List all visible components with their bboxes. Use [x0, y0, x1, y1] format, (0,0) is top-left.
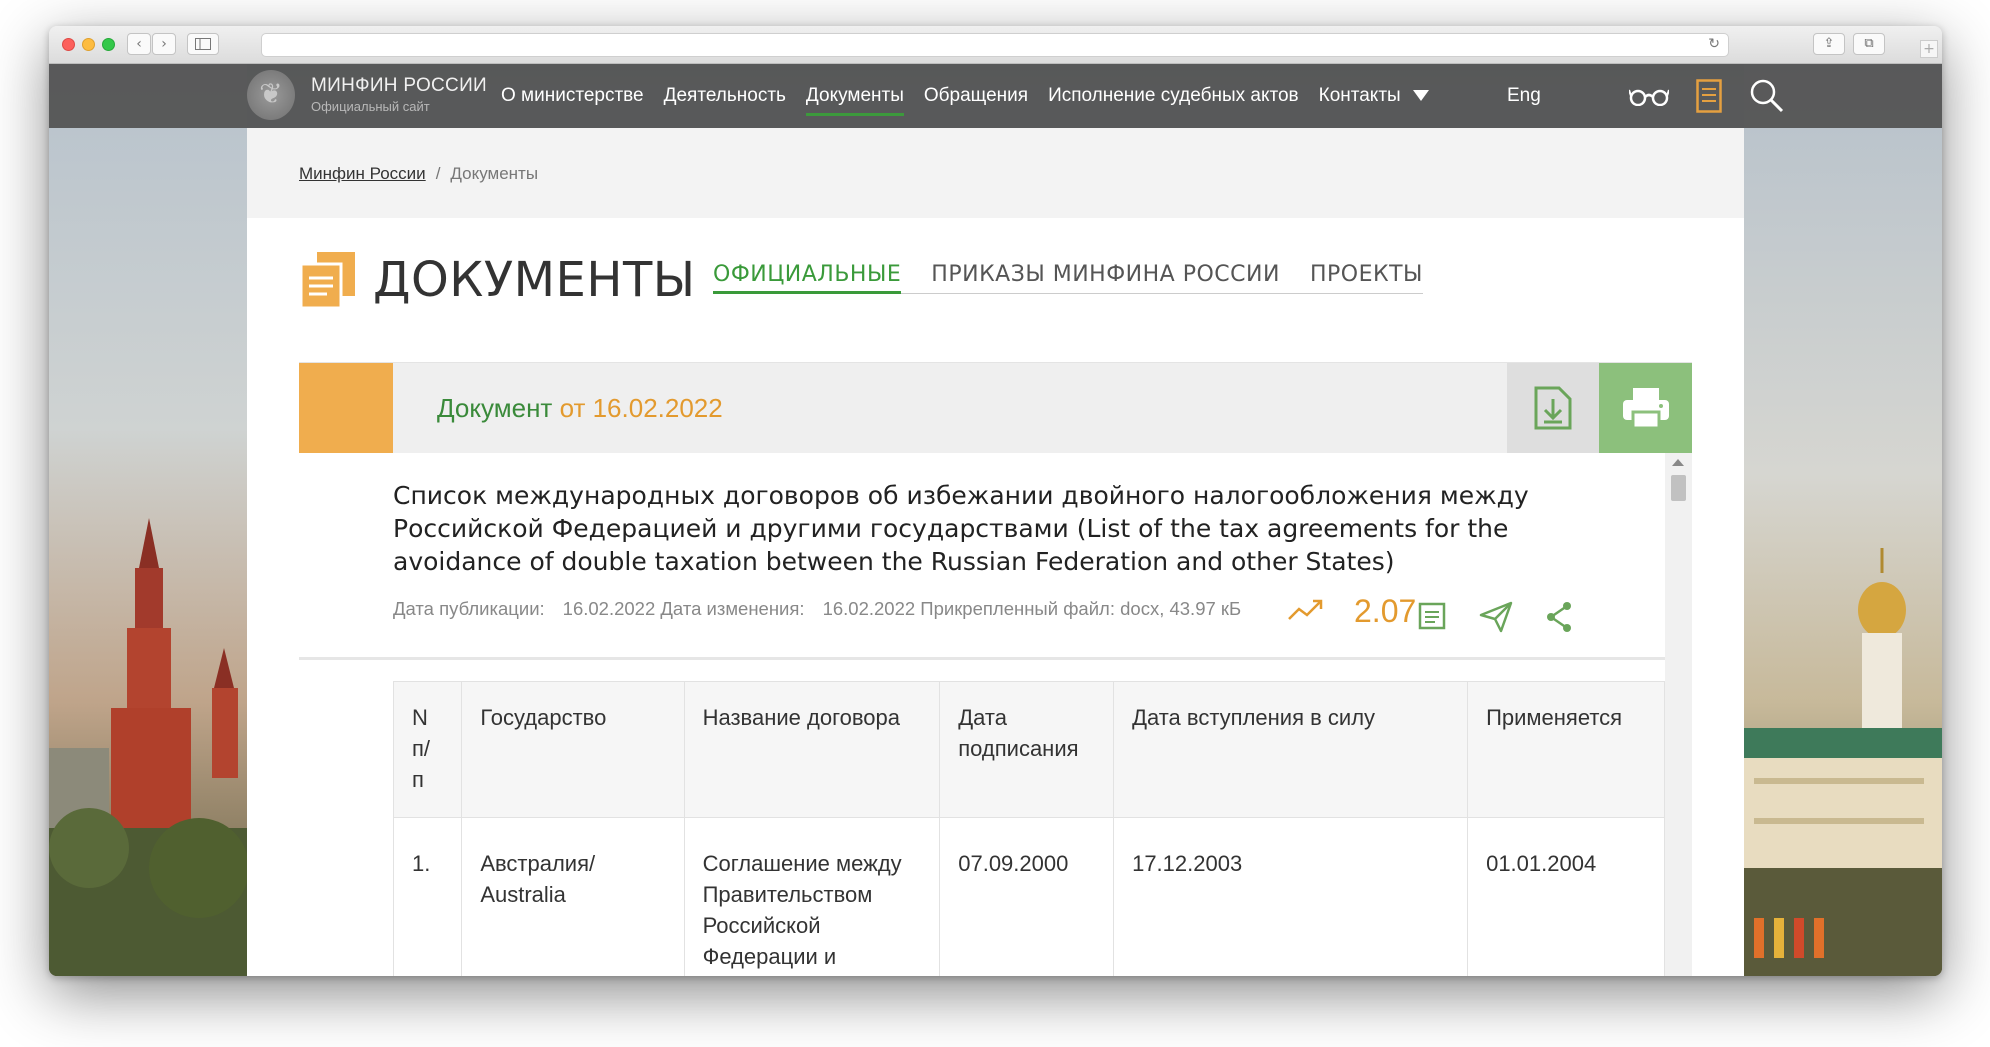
document-card: Документ от 16.02.2022 Список международ…: [299, 362, 1692, 976]
cell-entry-into-force: 17.12.2003: [1113, 817, 1469, 976]
publication-date-label: Дата публикации:: [393, 598, 545, 619]
language-switch[interactable]: Eng: [1507, 64, 1541, 128]
document-meta: Дата публикации: 16.02.2022 Дата изменени…: [393, 595, 1293, 622]
menu-item-contacts[interactable]: Контакты: [1319, 64, 1429, 128]
back-button[interactable]: ‹: [127, 33, 151, 55]
close-window-button[interactable]: [62, 38, 75, 51]
menu-item-documents[interactable]: Документы: [805, 64, 904, 128]
table-header-row: N п/ п Государство Название договора Дат…: [393, 681, 1665, 818]
search-icon[interactable]: [1749, 78, 1785, 114]
sidebar-icon: [195, 38, 211, 50]
glasses-icon[interactable]: [1629, 88, 1669, 106]
cell-applies: 01.01.2004: [1467, 817, 1665, 976]
logo-subtitle: Официальный сайт: [311, 99, 430, 114]
share-icon[interactable]: [1545, 601, 1573, 633]
document-label: Документ от 16.02.2022: [437, 393, 723, 424]
treaties-table: N п/ п Государство Название договора Дат…: [393, 681, 1665, 976]
breadcrumb-separator: /: [435, 164, 441, 183]
book-icon[interactable]: [1696, 79, 1722, 113]
forward-button[interactable]: ›: [152, 33, 176, 55]
column-header-entry-into-force: Дата вступления в силу: [1113, 681, 1469, 818]
download-file-icon: [1534, 386, 1572, 430]
kremlin-tower-image: [49, 518, 247, 976]
document-body[interactable]: Список международных договоров об избежа…: [299, 453, 1665, 976]
background-kremlin-right: [1744, 64, 1942, 976]
page-viewport: ❦ МИНФИН РОССИИ Официальный сайт О минис…: [49, 64, 1942, 976]
site-header: ❦ МИНФИН РОССИИ Официальный сайт О минис…: [49, 64, 1942, 128]
browser-window: ‹ › ↻ ⇪ ⧉ + ❦ МИНФИН РОССИИ Официальный …: [49, 26, 1942, 976]
tabs-icon: ⧉: [1864, 36, 1874, 51]
page-title: ДОКУМЕНТЫ: [373, 252, 696, 308]
coat-of-arms-icon[interactable]: ❦: [247, 70, 295, 120]
cell-state: Австралия/ Australia: [461, 817, 685, 976]
attached-file-info[interactable]: docx, 43.97 кБ: [1120, 598, 1241, 619]
caret-down-icon[interactable]: [1412, 90, 1429, 102]
bell-tower-image: [1744, 548, 1942, 976]
cell-agreement-name: Соглашение между Правительством Российск…: [683, 817, 941, 976]
attached-file-label: Прикрепленный файл:: [920, 598, 1115, 619]
modified-date-label: Дата изменения:: [660, 598, 805, 619]
minimize-window-button[interactable]: [82, 38, 95, 51]
tab-orders[interactable]: ПРИКАЗЫ МИНФИНА РОССИИ: [931, 262, 1280, 293]
content-panel: Минфин России / Документы ДОКУМЕНТЫ ОФИЦИА…: [247, 128, 1744, 976]
sidebar-toggle-button[interactable]: [187, 33, 219, 55]
document-type: Документ: [437, 393, 553, 423]
send-icon[interactable]: [1479, 601, 1513, 633]
document-tabs: ОФИЦИАЛЬНЫЕ ПРИКАЗЫ МИНФИНА РОССИИ ПРОЕК…: [713, 262, 1423, 294]
page-heading: ДОКУМЕНТЫ ОФИЦИАЛЬНЫЕ ПРИКАЗЫ МИНФИНА РО…: [247, 218, 1744, 362]
menu-item-about[interactable]: О министерстве: [501, 64, 644, 128]
document-text-icon[interactable]: [1417, 601, 1447, 631]
chevron-left-icon: ‹: [136, 36, 142, 52]
menu-item-contacts-label: Контакты: [1318, 85, 1401, 106]
column-header-agreement-name: Название договора: [683, 681, 941, 818]
column-header-number: N п/ п: [393, 681, 463, 818]
logo-title[interactable]: МИНФИН РОССИИ: [311, 75, 487, 97]
scrollbar-thumb[interactable]: [1671, 475, 1686, 501]
document-scrollbar[interactable]: [1665, 453, 1692, 976]
menu-item-court-acts[interactable]: Исполнение судебных актов: [1048, 64, 1299, 128]
document-accent-block: [299, 363, 393, 453]
share-icon: ⇪: [1823, 36, 1835, 51]
document-header-bar: Документ от 16.02.2022: [299, 363, 1692, 453]
menu-item-appeals[interactable]: Обращения: [924, 64, 1028, 128]
tab-projects[interactable]: ПРОЕКТЫ: [1310, 262, 1423, 293]
menu-item-activity[interactable]: Деятельность: [664, 64, 786, 128]
scroll-up-arrow-icon[interactable]: [1672, 459, 1684, 466]
publication-date: 16.02.2022: [562, 598, 656, 619]
reload-icon[interactable]: ↻: [1708, 36, 1720, 52]
new-tab-button[interactable]: +: [1920, 40, 1938, 58]
breadcrumb-home-link[interactable]: Минфин России: [299, 164, 426, 183]
share-browser-button[interactable]: ⇪: [1813, 33, 1845, 55]
chevron-right-icon: ›: [161, 36, 167, 52]
document-title: Список международных договоров об избежа…: [393, 481, 1529, 576]
treaties-table-container[interactable]: N п/ п Государство Название договора Дат…: [393, 681, 1665, 976]
download-button[interactable]: [1507, 363, 1599, 453]
printer-icon: [1623, 388, 1669, 430]
divider: [299, 657, 1665, 660]
main-menu: О министерстве Деятельность Документы Об…: [501, 64, 1449, 128]
breadcrumb-current: Документы: [450, 164, 539, 183]
documents-icon: [299, 252, 355, 310]
table-row: 1. Австралия/ Australia Соглашение между…: [393, 817, 1665, 976]
background-kremlin-left: [49, 64, 247, 976]
breadcrumb: Минфин России / Документы: [299, 164, 538, 184]
tabs-overview-button[interactable]: ⧉: [1853, 33, 1885, 55]
browser-toolbar: ‹ › ↻ ⇪ ⧉ +: [49, 26, 1942, 64]
column-header-state: Государство: [461, 681, 685, 818]
tab-official[interactable]: ОФИЦИАЛЬНЫЕ: [713, 262, 902, 294]
breadcrumb-bar: Минфин России / Документы: [247, 128, 1744, 218]
cell-signing-date: 07.09.2000: [939, 817, 1115, 976]
address-bar[interactable]: ↻: [261, 33, 1729, 57]
document-date: от 16.02.2022: [559, 393, 723, 423]
print-button[interactable]: [1599, 363, 1692, 453]
trending-icon: [1288, 599, 1323, 620]
views-count: 2.07: [1354, 593, 1417, 629]
column-header-applies: Применяется: [1467, 681, 1665, 818]
modified-date: 16.02.2022: [822, 598, 916, 619]
column-header-signing-date: Дата подписания: [939, 681, 1115, 818]
maximize-window-button[interactable]: [102, 38, 115, 51]
cell-number: 1.: [393, 817, 463, 976]
